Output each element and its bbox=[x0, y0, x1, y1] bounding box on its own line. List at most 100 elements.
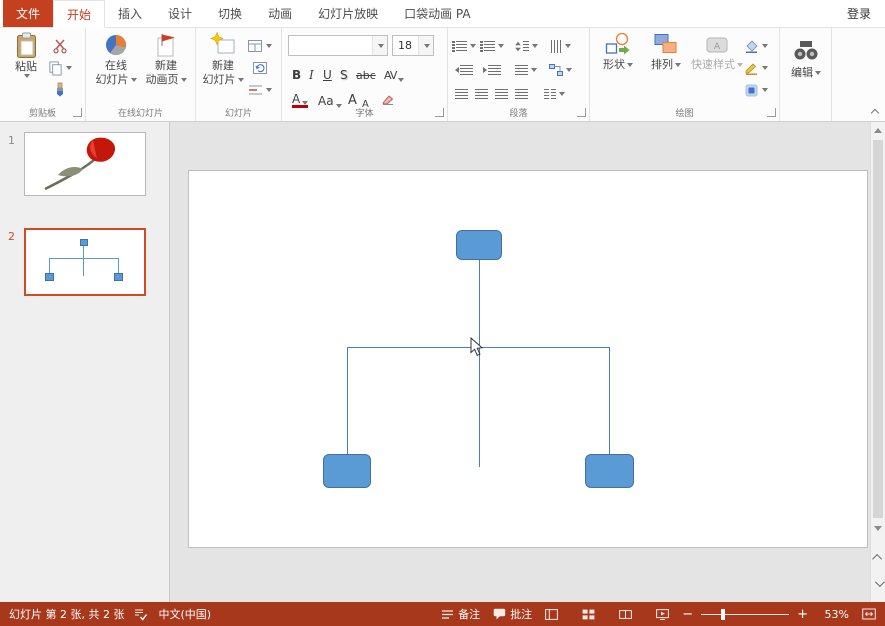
text-direction-button[interactable] bbox=[548, 36, 572, 56]
shape-fill-icon bbox=[744, 40, 759, 53]
copy-button[interactable] bbox=[48, 58, 72, 78]
line-spacing-button[interactable] bbox=[514, 36, 538, 56]
org-chart-left-box[interactable] bbox=[323, 454, 371, 488]
increase-indent-button[interactable] bbox=[480, 60, 504, 80]
font-size-dropdown[interactable] bbox=[418, 36, 433, 55]
paste-button[interactable]: 粘贴 bbox=[6, 32, 46, 78]
connector-vertical-main[interactable] bbox=[479, 260, 480, 467]
online-slides-button[interactable]: 在线 幻灯片 bbox=[94, 32, 138, 87]
bullets-button[interactable] bbox=[452, 36, 476, 56]
new-animation-page-button[interactable]: 新建 动画页 bbox=[144, 32, 188, 87]
zoom-level[interactable]: 53% bbox=[821, 608, 849, 621]
new-slide-button[interactable]: 新建 幻灯片 bbox=[200, 32, 246, 87]
ribbon-tab-bar: 文件 开始 插入 设计 切换 动画 幻灯片放映 口袋动画 PA 登录 bbox=[0, 0, 885, 28]
editing-canvas[interactable] bbox=[170, 122, 870, 602]
underline-button[interactable]: U bbox=[323, 64, 332, 82]
dropdown-arrow-icon bbox=[470, 44, 476, 48]
section-icon bbox=[248, 84, 263, 96]
strikethrough-button[interactable]: abc bbox=[356, 64, 376, 82]
layout-button[interactable] bbox=[248, 36, 272, 56]
editing-button[interactable]: 编辑 bbox=[784, 38, 828, 80]
font-size-combo[interactable]: 18 bbox=[392, 35, 434, 56]
shape-outline-button[interactable] bbox=[744, 58, 768, 78]
tab-slideshow[interactable]: 幻灯片放映 bbox=[305, 0, 391, 27]
bullets-icon bbox=[452, 41, 455, 52]
zoom-slider[interactable] bbox=[701, 614, 789, 615]
notes-icon bbox=[441, 609, 454, 620]
tab-transitions-label: 切换 bbox=[218, 5, 242, 22]
reset-slide-button[interactable] bbox=[248, 58, 272, 78]
online-slides-label-line1: 在线 bbox=[105, 59, 127, 73]
new-slide-label-line1: 新建 bbox=[212, 59, 234, 73]
cut-button[interactable] bbox=[48, 36, 72, 56]
shapes-button[interactable]: 形状 bbox=[596, 32, 640, 72]
align-right-button[interactable] bbox=[492, 84, 510, 104]
slideshow-view-button[interactable] bbox=[656, 609, 669, 620]
vertical-scrollbar[interactable] bbox=[870, 122, 885, 602]
font-name-dropdown[interactable] bbox=[372, 36, 387, 55]
align-center-button[interactable] bbox=[472, 84, 490, 104]
slide-sorter-view-button[interactable] bbox=[582, 609, 595, 620]
slides-panel: 1 2 bbox=[0, 122, 170, 602]
connector-vertical-right[interactable] bbox=[609, 347, 610, 456]
notes-toggle[interactable]: 备注 bbox=[441, 606, 480, 622]
normal-view-button[interactable] bbox=[545, 609, 558, 620]
align-text-button[interactable] bbox=[514, 60, 538, 80]
italic-button[interactable]: I bbox=[309, 64, 314, 82]
section-button[interactable] bbox=[248, 80, 272, 100]
org-chart-top-box[interactable] bbox=[456, 230, 502, 260]
convert-smartart-button[interactable] bbox=[548, 60, 572, 80]
align-left-button[interactable] bbox=[452, 84, 470, 104]
zoom-out-button[interactable]: − bbox=[682, 607, 693, 622]
slide-1-thumbnail[interactable] bbox=[24, 132, 146, 196]
font-dialog-launcher[interactable] bbox=[435, 108, 444, 117]
org-chart-right-box[interactable] bbox=[585, 454, 634, 488]
dropdown-arrow-icon bbox=[675, 63, 681, 67]
columns-button[interactable] bbox=[542, 84, 566, 104]
justify-button[interactable] bbox=[512, 84, 530, 104]
quick-styles-button[interactable]: A 快速样式 bbox=[690, 32, 744, 72]
reading-view-button[interactable] bbox=[619, 609, 632, 620]
scroll-up-button[interactable] bbox=[871, 122, 885, 138]
drawing-dialog-launcher[interactable] bbox=[767, 108, 776, 117]
fit-to-window-button[interactable] bbox=[862, 608, 876, 620]
scrollbar-thumb[interactable] bbox=[873, 140, 883, 518]
tab-file[interactable]: 文件 bbox=[3, 0, 53, 27]
tab-home[interactable]: 开始 bbox=[53, 0, 105, 28]
new-slide-icon bbox=[210, 32, 237, 59]
scroll-down-button[interactable] bbox=[871, 520, 885, 536]
spell-check-icon[interactable] bbox=[134, 608, 148, 621]
font-group: 18 B I U S abc AV A Aa A A 字体 bbox=[282, 28, 448, 121]
comments-toggle[interactable]: 批注 bbox=[493, 606, 532, 622]
line-spacing-icon bbox=[514, 41, 522, 52]
character-spacing-button[interactable]: AV bbox=[384, 64, 404, 82]
clipboard-dialog-launcher[interactable] bbox=[73, 108, 82, 117]
shape-effects-button[interactable] bbox=[744, 80, 768, 100]
previous-slide-button[interactable] bbox=[871, 546, 885, 568]
next-slide-button[interactable] bbox=[871, 572, 885, 594]
numbering-button[interactable] bbox=[480, 36, 504, 56]
collapse-ribbon-button[interactable] bbox=[871, 108, 879, 116]
dropdown-arrow-icon bbox=[762, 44, 768, 48]
tab-animations[interactable]: 动画 bbox=[255, 0, 305, 27]
arrange-button[interactable]: 排列 bbox=[644, 32, 688, 72]
connector-vertical-left[interactable] bbox=[347, 347, 348, 456]
slide-surface[interactable] bbox=[188, 170, 868, 548]
zoom-in-button[interactable]: + bbox=[797, 607, 808, 622]
font-name-combo[interactable] bbox=[288, 35, 388, 56]
slide-2-thumbnail[interactable] bbox=[24, 228, 146, 296]
tab-pocket-animation[interactable]: 口袋动画 PA bbox=[391, 0, 484, 27]
format-painter-button[interactable] bbox=[48, 80, 72, 100]
tab-design[interactable]: 设计 bbox=[155, 0, 205, 27]
sign-in-button[interactable]: 登录 bbox=[833, 0, 885, 27]
paragraph-dialog-launcher[interactable] bbox=[577, 108, 586, 117]
tab-transitions[interactable]: 切换 bbox=[205, 0, 255, 27]
language-indicator[interactable]: 中文(中国) bbox=[158, 606, 211, 622]
zoom-slider-thumb[interactable] bbox=[721, 609, 725, 620]
bold-button[interactable]: B bbox=[292, 64, 301, 82]
shape-fill-button[interactable] bbox=[744, 36, 768, 56]
tab-insert[interactable]: 插入 bbox=[105, 0, 155, 27]
bold-label: B bbox=[292, 68, 301, 82]
text-shadow-button[interactable]: S bbox=[340, 64, 348, 82]
decrease-indent-button[interactable] bbox=[452, 60, 476, 80]
